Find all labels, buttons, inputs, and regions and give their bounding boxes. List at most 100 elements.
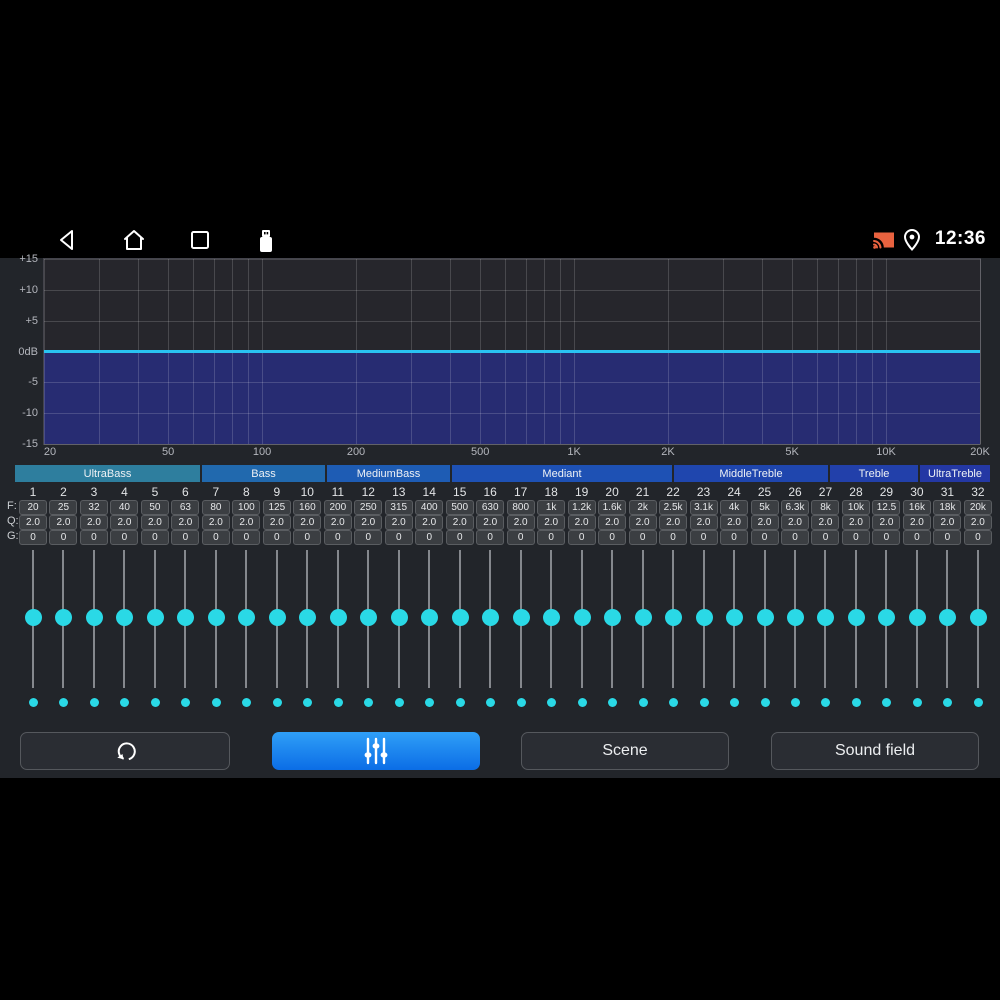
- band-17-slider-knob[interactable]: [512, 609, 530, 626]
- usb-icon[interactable]: [257, 228, 275, 254]
- band-6-slider-knob[interactable]: [177, 609, 195, 626]
- band-4-f-value[interactable]: 40: [110, 500, 139, 515]
- band-13-slider-knob[interactable]: [390, 609, 408, 626]
- band-21-q-value[interactable]: 2.0: [628, 515, 657, 530]
- band-26-g-value[interactable]: 0: [781, 530, 809, 545]
- band-7-f-value[interactable]: 80: [201, 500, 230, 515]
- band-2-slider-knob[interactable]: [55, 609, 73, 626]
- band-9-f-value[interactable]: 125: [262, 500, 291, 515]
- band-25-g-value[interactable]: 0: [750, 530, 779, 545]
- band-20-g-value[interactable]: 0: [598, 530, 627, 545]
- home-icon[interactable]: [122, 228, 146, 252]
- band-12-slider-knob[interactable]: [360, 609, 378, 626]
- band-24-q-value[interactable]: 2.0: [720, 515, 749, 530]
- band-31-f-value[interactable]: 18k: [933, 500, 962, 515]
- band-25-slider-knob[interactable]: [756, 609, 774, 626]
- band-23-g-value[interactable]: 0: [689, 530, 718, 545]
- band-16-q-value[interactable]: 2.0: [476, 515, 505, 530]
- band-19-g-value[interactable]: 0: [567, 530, 596, 545]
- band-16-slider-knob[interactable]: [482, 609, 500, 626]
- band-20-slider-knob[interactable]: [604, 609, 622, 626]
- band-23-slider-knob[interactable]: [695, 609, 713, 626]
- band-15-f-value[interactable]: 500: [445, 500, 474, 515]
- scene-button[interactable]: Scene: [521, 732, 729, 770]
- band-14-g-value[interactable]: 0: [415, 530, 444, 545]
- band-23-q-value[interactable]: 2.0: [689, 515, 718, 530]
- eq-button[interactable]: [272, 732, 480, 770]
- band-29-g-value[interactable]: 0: [872, 530, 901, 545]
- band-13-f-value[interactable]: 315: [384, 500, 413, 515]
- band-27-q-value[interactable]: 2.0: [811, 515, 840, 530]
- band-19-slider-knob[interactable]: [573, 609, 591, 626]
- band-2-q-value[interactable]: 2.0: [49, 515, 78, 530]
- band-22-slider-knob[interactable]: [665, 609, 683, 626]
- band-25-f-value[interactable]: 5k: [750, 500, 779, 515]
- band-2-f-value[interactable]: 25: [49, 500, 78, 515]
- band-3-g-value[interactable]: 0: [79, 530, 108, 545]
- band-7-g-value[interactable]: 0: [201, 530, 230, 545]
- band-6-q-value[interactable]: 2.0: [171, 515, 200, 530]
- band-17-g-value[interactable]: 0: [506, 530, 535, 545]
- band-9-slider-knob[interactable]: [268, 609, 286, 626]
- band-31-slider-knob[interactable]: [939, 609, 957, 626]
- band-22-g-value[interactable]: 0: [659, 530, 688, 545]
- band-10-g-value[interactable]: 0: [293, 530, 322, 545]
- band-22-q-value[interactable]: 2.0: [659, 515, 688, 530]
- band-23-f-value[interactable]: 3.1k: [689, 500, 718, 515]
- band-1-q-value[interactable]: 2.0: [19, 515, 47, 530]
- band-12-g-value[interactable]: 0: [354, 530, 383, 545]
- band-29-slider-knob[interactable]: [878, 609, 896, 626]
- band-11-slider-knob[interactable]: [329, 609, 347, 626]
- band-26-q-value[interactable]: 2.0: [781, 515, 809, 530]
- band-14-f-value[interactable]: 400: [415, 500, 444, 515]
- band-4-q-value[interactable]: 2.0: [110, 515, 139, 530]
- band-29-q-value[interactable]: 2.0: [872, 515, 901, 530]
- band-20-f-value[interactable]: 1.6k: [598, 500, 627, 515]
- recents-icon[interactable]: [189, 228, 211, 252]
- band-28-g-value[interactable]: 0: [841, 530, 870, 545]
- band-18-f-value[interactable]: 1k: [537, 500, 566, 515]
- band-24-f-value[interactable]: 4k: [720, 500, 749, 515]
- band-19-f-value[interactable]: 1.2k: [567, 500, 596, 515]
- band-8-slider-knob[interactable]: [238, 609, 256, 626]
- band-9-g-value[interactable]: 0: [262, 530, 291, 545]
- band-16-g-value[interactable]: 0: [476, 530, 505, 545]
- band-28-q-value[interactable]: 2.0: [841, 515, 870, 530]
- band-12-q-value[interactable]: 2.0: [354, 515, 383, 530]
- band-21-slider-knob[interactable]: [634, 609, 652, 626]
- band-21-g-value[interactable]: 0: [628, 530, 657, 545]
- band-15-slider-knob[interactable]: [451, 609, 469, 626]
- band-13-q-value[interactable]: 2.0: [384, 515, 413, 530]
- band-9-q-value[interactable]: 2.0: [262, 515, 291, 530]
- band-4-g-value[interactable]: 0: [110, 530, 139, 545]
- band-17-f-value[interactable]: 800: [506, 500, 535, 515]
- band-15-g-value[interactable]: 0: [445, 530, 474, 545]
- band-6-g-value[interactable]: 0: [171, 530, 200, 545]
- band-26-slider-knob[interactable]: [787, 609, 804, 626]
- band-19-q-value[interactable]: 2.0: [567, 515, 596, 530]
- band-25-q-value[interactable]: 2.0: [750, 515, 779, 530]
- sound-field-button[interactable]: Sound field: [771, 732, 979, 770]
- band-31-g-value[interactable]: 0: [933, 530, 962, 545]
- band-13-g-value[interactable]: 0: [384, 530, 413, 545]
- band-11-g-value[interactable]: 0: [323, 530, 352, 545]
- band-21-f-value[interactable]: 2k: [628, 500, 657, 515]
- band-11-q-value[interactable]: 2.0: [323, 515, 352, 530]
- reset-button[interactable]: [20, 732, 230, 770]
- band-27-g-value[interactable]: 0: [811, 530, 840, 545]
- band-30-slider-knob[interactable]: [908, 609, 926, 626]
- back-icon[interactable]: [56, 228, 78, 252]
- band-30-g-value[interactable]: 0: [902, 530, 931, 545]
- band-18-slider-knob[interactable]: [543, 609, 561, 626]
- band-32-g-value[interactable]: 0: [963, 530, 992, 545]
- band-29-f-value[interactable]: 12.5: [872, 500, 901, 515]
- band-30-f-value[interactable]: 16k: [902, 500, 931, 515]
- band-3-q-value[interactable]: 2.0: [79, 515, 108, 530]
- band-27-f-value[interactable]: 8k: [811, 500, 840, 515]
- band-24-slider-knob[interactable]: [726, 609, 744, 626]
- band-8-q-value[interactable]: 2.0: [232, 515, 261, 530]
- band-26-f-value[interactable]: 6.3k: [781, 500, 809, 515]
- band-1-slider-knob[interactable]: [25, 609, 42, 626]
- band-2-g-value[interactable]: 0: [49, 530, 78, 545]
- band-11-f-value[interactable]: 200: [323, 500, 352, 515]
